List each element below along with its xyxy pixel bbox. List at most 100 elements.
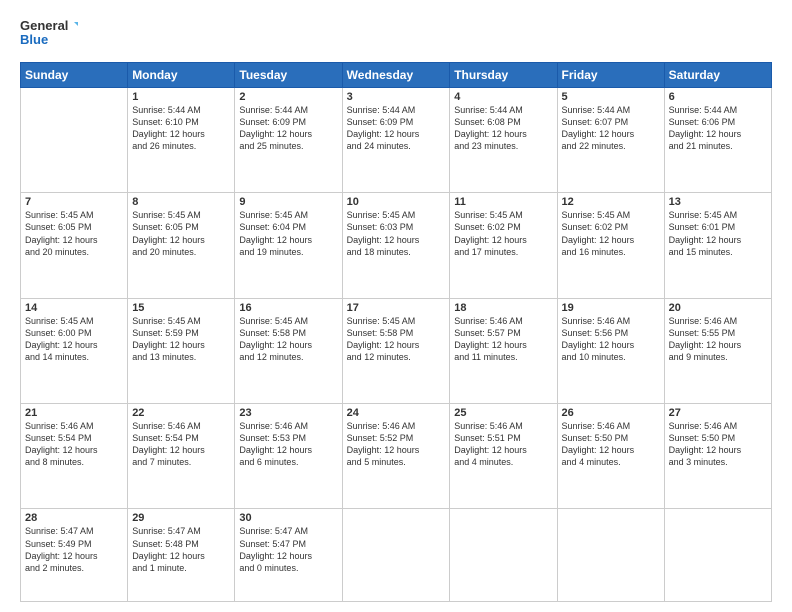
day-number: 17: [347, 302, 446, 314]
cell-daylight-info: Sunrise: 5:45 AM Sunset: 6:05 PM Dayligh…: [132, 209, 230, 258]
cell-daylight-info: Sunrise: 5:46 AM Sunset: 5:56 PM Dayligh…: [562, 315, 660, 364]
cell-daylight-info: Sunrise: 5:46 AM Sunset: 5:51 PM Dayligh…: [454, 420, 552, 469]
calendar-cell: 2Sunrise: 5:44 AM Sunset: 6:09 PM Daylig…: [235, 88, 342, 193]
cell-daylight-info: Sunrise: 5:46 AM Sunset: 5:55 PM Dayligh…: [669, 315, 767, 364]
logo: General Blue: [20, 16, 80, 52]
cell-daylight-info: Sunrise: 5:46 AM Sunset: 5:54 PM Dayligh…: [25, 420, 123, 469]
cell-daylight-info: Sunrise: 5:46 AM Sunset: 5:52 PM Dayligh…: [347, 420, 446, 469]
day-number: 19: [562, 302, 660, 314]
calendar-cell: 21Sunrise: 5:46 AM Sunset: 5:54 PM Dayli…: [21, 404, 128, 509]
cell-daylight-info: Sunrise: 5:44 AM Sunset: 6:08 PM Dayligh…: [454, 104, 552, 153]
svg-text:Blue: Blue: [20, 32, 48, 47]
calendar-cell: 28Sunrise: 5:47 AM Sunset: 5:49 PM Dayli…: [21, 509, 128, 602]
calendar-cell: 22Sunrise: 5:46 AM Sunset: 5:54 PM Dayli…: [128, 404, 235, 509]
cell-daylight-info: Sunrise: 5:44 AM Sunset: 6:09 PM Dayligh…: [239, 104, 337, 153]
calendar-cell: [557, 509, 664, 602]
day-number: 30: [239, 512, 337, 524]
day-number: 8: [132, 196, 230, 208]
calendar-header-monday: Monday: [128, 63, 235, 88]
day-number: 16: [239, 302, 337, 314]
day-number: 1: [132, 91, 230, 103]
calendar-cell: [21, 88, 128, 193]
day-number: 27: [669, 407, 767, 419]
cell-daylight-info: Sunrise: 5:44 AM Sunset: 6:09 PM Dayligh…: [347, 104, 446, 153]
day-number: 7: [25, 196, 123, 208]
calendar-header-row: SundayMondayTuesdayWednesdayThursdayFrid…: [21, 63, 772, 88]
cell-daylight-info: Sunrise: 5:46 AM Sunset: 5:50 PM Dayligh…: [562, 420, 660, 469]
day-number: 21: [25, 407, 123, 419]
calendar-cell: 30Sunrise: 5:47 AM Sunset: 5:47 PM Dayli…: [235, 509, 342, 602]
day-number: 2: [239, 91, 337, 103]
cell-daylight-info: Sunrise: 5:45 AM Sunset: 6:05 PM Dayligh…: [25, 209, 123, 258]
day-number: 5: [562, 91, 660, 103]
cell-daylight-info: Sunrise: 5:45 AM Sunset: 6:02 PM Dayligh…: [454, 209, 552, 258]
calendar-cell: 7Sunrise: 5:45 AM Sunset: 6:05 PM Daylig…: [21, 193, 128, 298]
calendar-cell: 11Sunrise: 5:45 AM Sunset: 6:02 PM Dayli…: [450, 193, 557, 298]
calendar-cell: 16Sunrise: 5:45 AM Sunset: 5:58 PM Dayli…: [235, 298, 342, 403]
calendar-cell: 1Sunrise: 5:44 AM Sunset: 6:10 PM Daylig…: [128, 88, 235, 193]
calendar-cell: 27Sunrise: 5:46 AM Sunset: 5:50 PM Dayli…: [664, 404, 771, 509]
cell-daylight-info: Sunrise: 5:45 AM Sunset: 6:03 PM Dayligh…: [347, 209, 446, 258]
cell-daylight-info: Sunrise: 5:47 AM Sunset: 5:49 PM Dayligh…: [25, 525, 123, 574]
calendar-cell: 20Sunrise: 5:46 AM Sunset: 5:55 PM Dayli…: [664, 298, 771, 403]
cell-daylight-info: Sunrise: 5:44 AM Sunset: 6:06 PM Dayligh…: [669, 104, 767, 153]
calendar-cell: 3Sunrise: 5:44 AM Sunset: 6:09 PM Daylig…: [342, 88, 450, 193]
cell-daylight-info: Sunrise: 5:46 AM Sunset: 5:54 PM Dayligh…: [132, 420, 230, 469]
day-number: 6: [669, 91, 767, 103]
cell-daylight-info: Sunrise: 5:46 AM Sunset: 5:57 PM Dayligh…: [454, 315, 552, 364]
cell-daylight-info: Sunrise: 5:46 AM Sunset: 5:53 PM Dayligh…: [239, 420, 337, 469]
cell-daylight-info: Sunrise: 5:45 AM Sunset: 6:02 PM Dayligh…: [562, 209, 660, 258]
day-number: 18: [454, 302, 552, 314]
day-number: 23: [239, 407, 337, 419]
week-row-5: 28Sunrise: 5:47 AM Sunset: 5:49 PM Dayli…: [21, 509, 772, 602]
cell-daylight-info: Sunrise: 5:44 AM Sunset: 6:07 PM Dayligh…: [562, 104, 660, 153]
week-row-1: 1Sunrise: 5:44 AM Sunset: 6:10 PM Daylig…: [21, 88, 772, 193]
day-number: 10: [347, 196, 446, 208]
calendar-table: SundayMondayTuesdayWednesdayThursdayFrid…: [20, 62, 772, 602]
week-row-2: 7Sunrise: 5:45 AM Sunset: 6:05 PM Daylig…: [21, 193, 772, 298]
calendar-cell: 5Sunrise: 5:44 AM Sunset: 6:07 PM Daylig…: [557, 88, 664, 193]
calendar-header-wednesday: Wednesday: [342, 63, 450, 88]
day-number: 4: [454, 91, 552, 103]
calendar-cell: 17Sunrise: 5:45 AM Sunset: 5:58 PM Dayli…: [342, 298, 450, 403]
calendar-cell: 6Sunrise: 5:44 AM Sunset: 6:06 PM Daylig…: [664, 88, 771, 193]
day-number: 12: [562, 196, 660, 208]
cell-daylight-info: Sunrise: 5:46 AM Sunset: 5:50 PM Dayligh…: [669, 420, 767, 469]
cell-daylight-info: Sunrise: 5:45 AM Sunset: 6:04 PM Dayligh…: [239, 209, 337, 258]
day-number: 14: [25, 302, 123, 314]
cell-daylight-info: Sunrise: 5:45 AM Sunset: 5:58 PM Dayligh…: [239, 315, 337, 364]
day-number: 24: [347, 407, 446, 419]
calendar-cell: 8Sunrise: 5:45 AM Sunset: 6:05 PM Daylig…: [128, 193, 235, 298]
day-number: 22: [132, 407, 230, 419]
day-number: 28: [25, 512, 123, 524]
calendar-cell: [450, 509, 557, 602]
day-number: 11: [454, 196, 552, 208]
calendar-cell: 24Sunrise: 5:46 AM Sunset: 5:52 PM Dayli…: [342, 404, 450, 509]
day-number: 29: [132, 512, 230, 524]
calendar-cell: 29Sunrise: 5:47 AM Sunset: 5:48 PM Dayli…: [128, 509, 235, 602]
calendar-cell: 10Sunrise: 5:45 AM Sunset: 6:03 PM Dayli…: [342, 193, 450, 298]
cell-daylight-info: Sunrise: 5:47 AM Sunset: 5:47 PM Dayligh…: [239, 525, 337, 574]
calendar-cell: 25Sunrise: 5:46 AM Sunset: 5:51 PM Dayli…: [450, 404, 557, 509]
cell-daylight-info: Sunrise: 5:45 AM Sunset: 5:58 PM Dayligh…: [347, 315, 446, 364]
calendar-cell: 4Sunrise: 5:44 AM Sunset: 6:08 PM Daylig…: [450, 88, 557, 193]
calendar-header-thursday: Thursday: [450, 63, 557, 88]
calendar-cell: 15Sunrise: 5:45 AM Sunset: 5:59 PM Dayli…: [128, 298, 235, 403]
calendar-header-sunday: Sunday: [21, 63, 128, 88]
day-number: 3: [347, 91, 446, 103]
calendar-cell: 23Sunrise: 5:46 AM Sunset: 5:53 PM Dayli…: [235, 404, 342, 509]
cell-daylight-info: Sunrise: 5:47 AM Sunset: 5:48 PM Dayligh…: [132, 525, 230, 574]
week-row-3: 14Sunrise: 5:45 AM Sunset: 6:00 PM Dayli…: [21, 298, 772, 403]
calendar-header-saturday: Saturday: [664, 63, 771, 88]
calendar-cell: [664, 509, 771, 602]
calendar-cell: 13Sunrise: 5:45 AM Sunset: 6:01 PM Dayli…: [664, 193, 771, 298]
day-number: 26: [562, 407, 660, 419]
week-row-4: 21Sunrise: 5:46 AM Sunset: 5:54 PM Dayli…: [21, 404, 772, 509]
calendar-cell: 12Sunrise: 5:45 AM Sunset: 6:02 PM Dayli…: [557, 193, 664, 298]
calendar-cell: 19Sunrise: 5:46 AM Sunset: 5:56 PM Dayli…: [557, 298, 664, 403]
day-number: 15: [132, 302, 230, 314]
day-number: 25: [454, 407, 552, 419]
calendar-cell: [342, 509, 450, 602]
calendar-cell: 26Sunrise: 5:46 AM Sunset: 5:50 PM Dayli…: [557, 404, 664, 509]
page: General Blue SundayMondayTuesdayWednesda…: [0, 0, 792, 612]
